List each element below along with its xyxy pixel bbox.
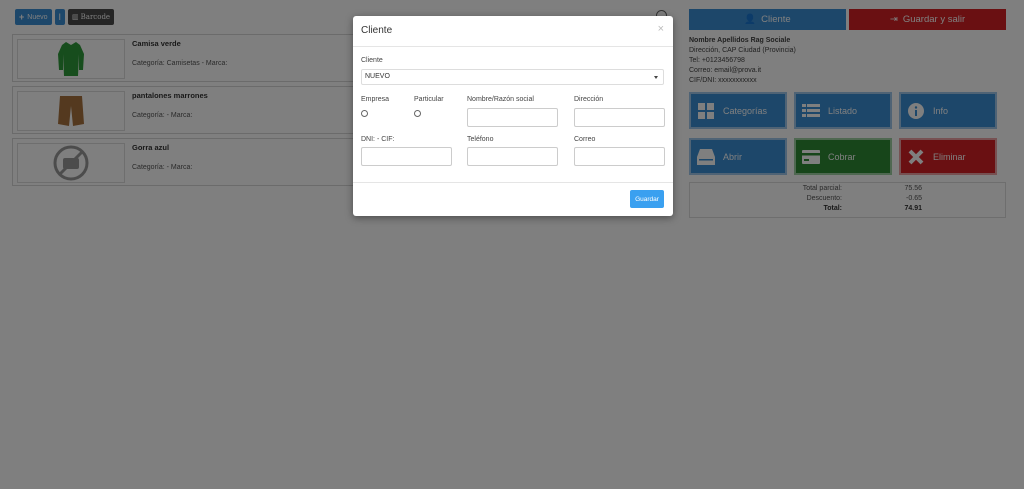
correo-field[interactable]: [574, 147, 665, 166]
direccion-field[interactable]: [574, 108, 665, 127]
correo-label: Correo: [574, 136, 596, 143]
empresa-radio[interactable]: [361, 110, 368, 117]
modal-header: Cliente ×: [353, 16, 673, 47]
chevron-down-icon: [654, 76, 658, 79]
telefono-label: Teléfono: [467, 136, 494, 143]
nombre-field[interactable]: [467, 108, 558, 127]
modal-title: Cliente: [361, 25, 393, 36]
modal-footer: Guardar: [353, 182, 673, 216]
empresa-label: Empresa: [361, 96, 390, 103]
close-icon[interactable]: ×: [658, 23, 664, 35]
client-modal: Cliente × Cliente NUEVO Empresa Particul…: [353, 16, 673, 216]
particular-radio[interactable]: [414, 110, 421, 117]
cliente-select[interactable]: NUEVO: [361, 69, 664, 85]
cliente-label: Cliente: [361, 57, 383, 64]
save-button[interactable]: Guardar: [630, 190, 664, 208]
direccion-label: Dirección: [574, 96, 604, 103]
cliente-select-value: NUEVO: [365, 73, 390, 80]
dni-field[interactable]: [361, 147, 452, 166]
dni-label: DNI: - CIF:: [361, 136, 395, 143]
particular-label: Particular: [414, 96, 444, 103]
telefono-field[interactable]: [467, 147, 558, 166]
nombre-label: Nombre/Razón social: [467, 96, 534, 103]
